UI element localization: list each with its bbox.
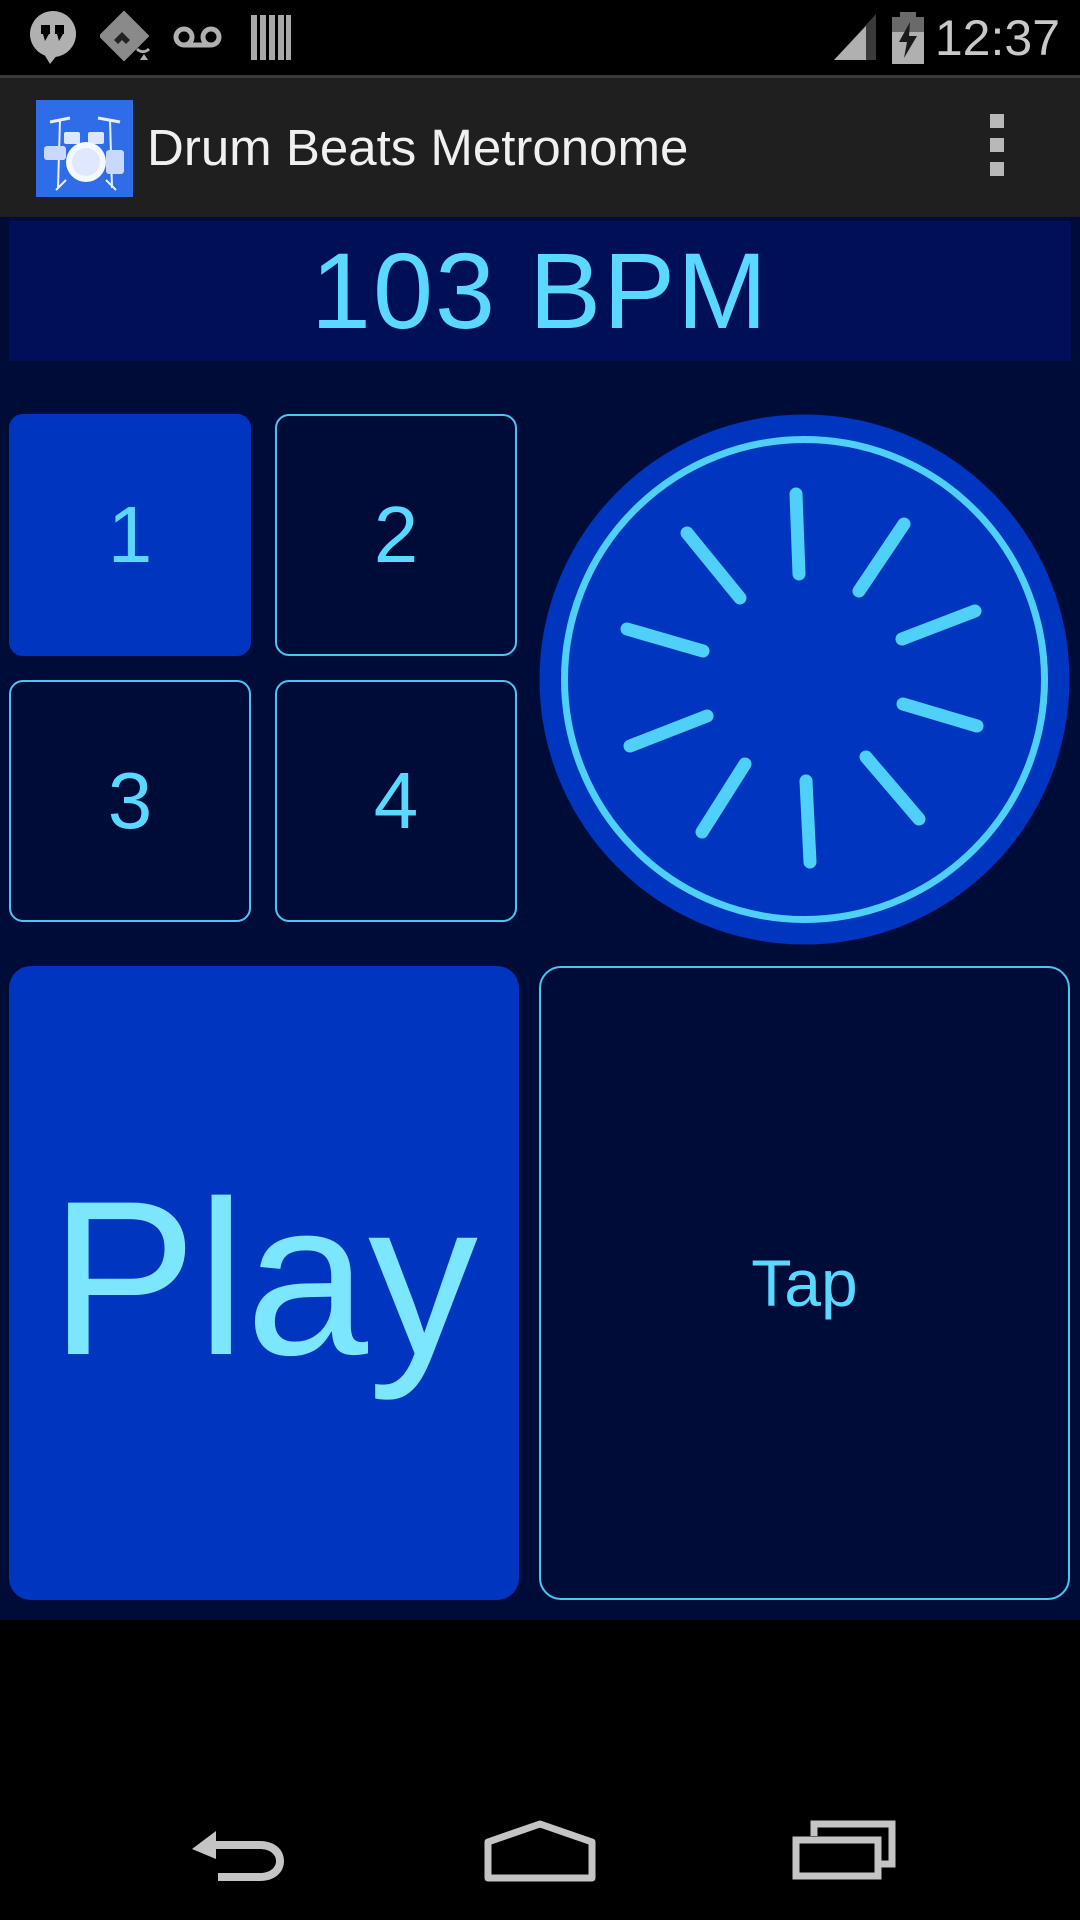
- drum-kit-icon: [44, 116, 124, 191]
- play-button[interactable]: Play: [9, 966, 519, 1600]
- tempo-dial[interactable]: [539, 414, 1070, 945]
- app-title: Drum Beats Metronome: [147, 119, 689, 176]
- cell-signal-icon: [834, 14, 876, 60]
- beat-button-3[interactable]: 3: [9, 680, 251, 922]
- action-bar: Drum Beats Metronome: [0, 75, 1080, 217]
- navigation-bar: [0, 1620, 1080, 1920]
- battery-charging-icon: [892, 12, 924, 64]
- tempo-display[interactable]: 103 BPM: [9, 221, 1071, 361]
- voicemail-icon: [173, 26, 222, 48]
- beat-button-4[interactable]: 4: [275, 680, 517, 922]
- menu-dot: [990, 162, 1004, 176]
- beat-button-2[interactable]: 2: [275, 414, 517, 656]
- beat-button-1[interactable]: 1: [9, 414, 251, 656]
- status-time: 12:37: [934, 10, 1060, 66]
- recent-apps-icon[interactable]: [792, 1820, 896, 1880]
- app-icon[interactable]: [36, 100, 133, 197]
- hangouts-icon: [30, 11, 76, 64]
- menu-dot: [990, 114, 1004, 128]
- overflow-menu-icon[interactable]: [982, 114, 1012, 184]
- menu-dot: [990, 138, 1004, 152]
- home-icon[interactable]: [484, 1820, 596, 1882]
- photo-sync-icon: [100, 10, 150, 62]
- back-icon[interactable]: [188, 1825, 288, 1885]
- barcode-icon: [251, 15, 291, 60]
- tap-button[interactable]: Tap: [539, 966, 1070, 1600]
- metronome-panel: 103 BPM 1 2 3 4 Play Tap: [0, 217, 1080, 1620]
- status-bar: 12:37: [0, 0, 1080, 75]
- tempo-dial-icon: [539, 414, 1070, 945]
